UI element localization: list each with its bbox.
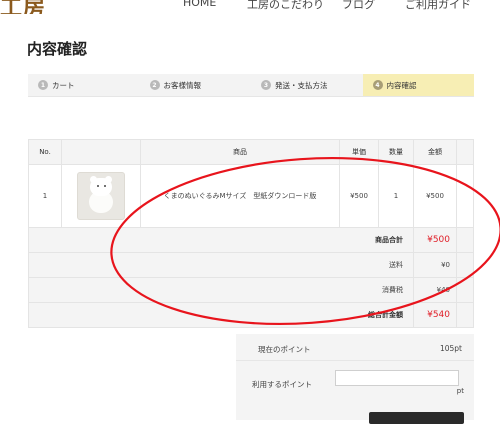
site-logo[interactable]: 工房 — [0, 0, 46, 14]
step-number-badge: 2 — [149, 80, 160, 90]
product-price: ¥500 — [339, 164, 379, 228]
row-spacer — [456, 252, 474, 278]
step-customer-info: 2 お客様情報 — [140, 74, 252, 96]
confirm-order-button[interactable] — [369, 412, 464, 424]
header-qty: 数量 — [378, 139, 414, 165]
nav-kodawari[interactable]: 工房のこだわり — [247, 0, 324, 12]
points-unit: pt — [456, 387, 464, 395]
step-cart: 1 カート — [28, 74, 140, 96]
header-no: No. — [28, 139, 62, 165]
bear-eye-left — [97, 185, 99, 187]
product-thumbnail-cell — [61, 164, 141, 228]
tax-label: 消費税 — [28, 277, 414, 303]
product-qty: 1 — [378, 164, 414, 228]
step-label: 発送・支払方法 — [275, 80, 328, 90]
shipping-row: 送料 ¥0 — [28, 252, 474, 278]
order-table: No. 商品 単価 数量 金額 1 くまのぬいぐるみMサイズ 型紙ダウンロード版… — [28, 139, 474, 328]
current-points-label: 現在のポイント — [258, 345, 311, 354]
subtotal-label: 商品合計 — [28, 227, 414, 253]
use-points-input[interactable] — [335, 370, 459, 386]
divider — [236, 360, 474, 361]
nav-home[interactable]: HOME — [183, 0, 216, 9]
step-number-badge: 4 — [372, 80, 383, 90]
row-spacer — [456, 164, 474, 228]
use-points-label: 利用するポイント — [252, 380, 312, 389]
current-points-value: 105pt — [439, 344, 462, 353]
step-label: カート — [52, 80, 75, 90]
step-number-badge: 3 — [261, 80, 271, 90]
nav-blog[interactable]: ブログ — [342, 0, 375, 12]
site-header: 工房 HOME 工房のこだわり ブログ ご利用ガイド — [0, 0, 500, 14]
header-product: 商品 — [140, 139, 340, 165]
teddy-bear-photo[interactable] — [77, 172, 125, 220]
step-label: 内容確認 — [386, 80, 417, 90]
table-row: 1 くまのぬいぐるみMサイズ 型紙ダウンロード版 ¥500 1 ¥500 — [28, 164, 474, 228]
total-row: 総合計金額 ¥540 — [28, 302, 474, 328]
header-spacer — [456, 139, 474, 165]
tax-value: ¥40 — [413, 277, 457, 303]
row-spacer — [456, 277, 474, 303]
row-spacer — [456, 302, 474, 328]
step-number-badge: 1 — [38, 80, 48, 90]
shipping-label: 送料 — [28, 252, 414, 278]
step-shipping-payment: 3 発送・支払方法 — [251, 74, 363, 96]
total-label: 総合計金額 — [28, 302, 414, 328]
header-amount: 金額 — [413, 139, 457, 165]
shipping-value: ¥0 — [413, 252, 457, 278]
tax-row: 消費税 ¥40 — [28, 277, 474, 303]
product-amount: ¥500 — [413, 164, 457, 228]
header-image — [61, 139, 141, 165]
bear-eye-right — [104, 185, 106, 187]
subtotal-value: ¥500 — [413, 227, 457, 253]
step-label: お客様情報 — [163, 80, 202, 90]
row-spacer — [456, 227, 474, 253]
nav-guide[interactable]: ご利用ガイド — [405, 0, 471, 12]
points-panel: 現在のポイント 105pt 利用するポイント pt — [236, 334, 474, 420]
checkout-steps: 1 カート 2 お客様情報 3 発送・支払方法 4 内容確認 — [28, 74, 474, 97]
step-confirm: 4 内容確認 — [362, 74, 474, 96]
page-title: 内容確認 — [27, 40, 88, 58]
header-price: 単価 — [339, 139, 379, 165]
bear-head-shape — [90, 178, 112, 196]
total-value: ¥540 — [413, 302, 457, 328]
row-no: 1 — [28, 164, 62, 228]
product-name[interactable]: くまのぬいぐるみMサイズ 型紙ダウンロード版 — [140, 164, 340, 228]
table-header-row: No. 商品 単価 数量 金額 — [28, 139, 474, 165]
subtotal-row: 商品合計 ¥500 — [28, 227, 474, 253]
